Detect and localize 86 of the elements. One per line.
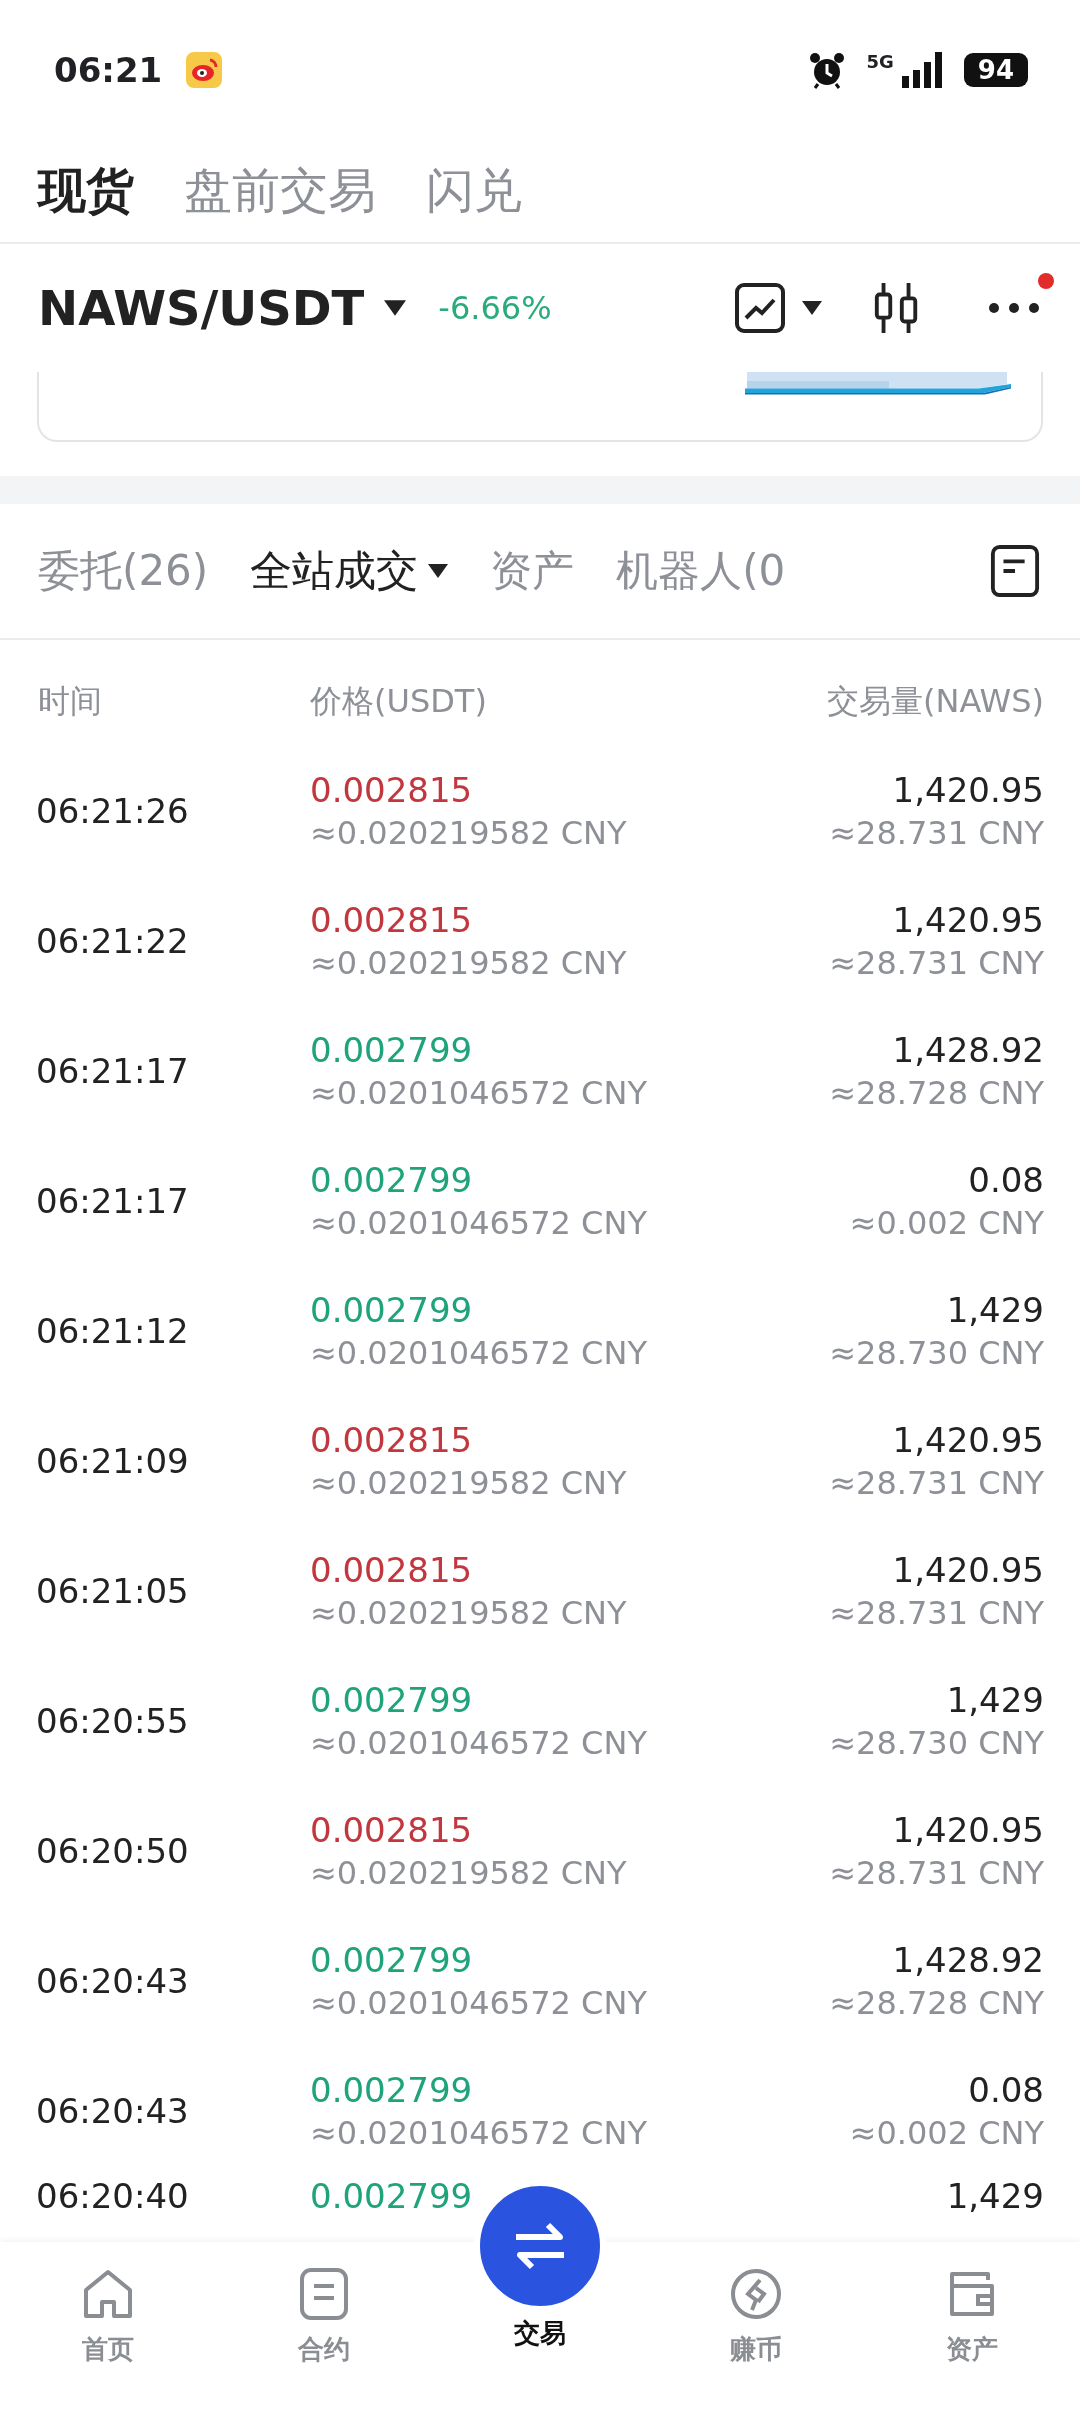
network-label: 5G xyxy=(866,50,894,72)
nav-item[interactable]: 赚币 xyxy=(648,2242,864,2412)
price-cny: ≈0.020219582 CNY xyxy=(310,1854,628,1892)
price-cny: ≈0.0201046572 CNY xyxy=(310,1204,648,1242)
price-cny: ≈0.0201046572 CNY xyxy=(310,2114,648,2152)
trade-price: 0.002799 xyxy=(310,1290,474,1330)
trade-time: 06:20:55 xyxy=(36,1701,190,1741)
price-cny: ≈0.020219582 CNY xyxy=(310,944,628,982)
trade-price: 0.002799 xyxy=(310,1680,474,1720)
trade-amount: 1,420.95 xyxy=(892,770,1044,810)
trade-price: 0.002815 xyxy=(310,900,474,940)
trade-price: 0.002799 xyxy=(310,2070,474,2110)
trade-price: 0.002815 xyxy=(310,770,474,810)
trade-amount: 1,428.92 xyxy=(892,1030,1044,1070)
trade-price: 0.002815 xyxy=(310,1420,474,1460)
trade-tab[interactable]: 资产 xyxy=(490,543,575,599)
column-header: 价格(USDT) xyxy=(310,681,488,722)
price-cny: ≈0.0201046572 CNY xyxy=(310,1074,648,1112)
caret-icon[interactable] xyxy=(384,300,407,316)
weibo-icon xyxy=(186,52,223,88)
trade-amount: 1,420.95 xyxy=(892,1810,1044,1850)
status-time: 06:21 xyxy=(54,50,163,90)
trade-price: 0.002815 xyxy=(310,1550,474,1590)
trade-price: 0.002799 xyxy=(310,2176,474,2216)
amount-cny: ≈0.002 CNY xyxy=(849,2114,1044,2152)
price-cny: ≈0.020219582 CNY xyxy=(310,1464,628,1502)
amount-cny: ≈28.731 CNY xyxy=(829,1464,1044,1502)
pair-symbol[interactable]: NAWS/USDT xyxy=(38,280,365,336)
document-icon[interactable] xyxy=(990,544,1040,598)
trade-time: 06:21:22 xyxy=(36,921,190,961)
trade-time: 06:21:05 xyxy=(36,1571,190,1611)
amount-cny: ≈28.730 CNY xyxy=(829,1334,1044,1372)
amount-cny: ≈28.731 CNY xyxy=(829,814,1044,852)
trade-amount: 0.08 xyxy=(968,1160,1044,1200)
battery-level: 94 xyxy=(963,53,1028,87)
column-header: 交易量(NAWS) xyxy=(827,681,1044,722)
price-cny: ≈0.0201046572 CNY xyxy=(310,1984,648,2022)
trade-amount: 1,420.95 xyxy=(892,900,1044,940)
nav-item[interactable]: 合约 xyxy=(216,2242,432,2412)
trade-time: 06:21:26 xyxy=(36,791,190,831)
trade-price: 0.002799 xyxy=(310,1940,474,1980)
trade-time: 06:20:50 xyxy=(36,1831,190,1871)
price-cny: ≈0.0201046572 CNY xyxy=(310,1724,648,1762)
trade-tab[interactable]: 机器人(0 xyxy=(616,543,786,599)
chart-icon[interactable] xyxy=(734,282,786,334)
amount-cny: ≈28.731 CNY xyxy=(829,1594,1044,1632)
caret-icon[interactable] xyxy=(428,564,449,578)
trade-amount: 1,428.92 xyxy=(892,1940,1044,1980)
amount-cny: ≈28.730 CNY xyxy=(829,1724,1044,1762)
trade-amount: 1,429 xyxy=(946,2176,1044,2216)
column-header: 时间 xyxy=(38,681,103,722)
trade-amount: 1,420.95 xyxy=(892,1420,1044,1460)
trade-time: 06:20:43 xyxy=(36,1961,190,2001)
price-cny: ≈0.0201046572 CNY xyxy=(310,1334,648,1372)
market-tab[interactable]: 现货 xyxy=(38,159,134,223)
trade-amount: 1,429 xyxy=(946,1680,1044,1720)
trade-time: 06:20:40 xyxy=(36,2176,190,2216)
trade-time: 06:20:43 xyxy=(36,2091,190,2131)
amount-cny: ≈28.728 CNY xyxy=(829,1074,1044,1112)
nav-item[interactable]: 首页 xyxy=(0,2242,216,2412)
more-icon[interactable] xyxy=(988,301,1040,314)
trade-time: 06:21:09 xyxy=(36,1441,190,1481)
coin-icon xyxy=(728,2266,784,2322)
market-tab[interactable]: 盘前交易 xyxy=(184,159,376,223)
nav-item[interactable]: 资产 xyxy=(864,2242,1080,2412)
trade-time: 06:21:17 xyxy=(36,1181,190,1221)
trade-time: 06:21:12 xyxy=(36,1311,190,1351)
amount-cny: ≈28.731 CNY xyxy=(829,1854,1044,1892)
amount-cny: ≈0.002 CNY xyxy=(849,1204,1044,1242)
price-change: -6.66% xyxy=(438,289,552,327)
trade-price: 0.002815 xyxy=(310,1810,474,1850)
market-tab[interactable]: 闪兑 xyxy=(426,159,522,223)
trade-amount: 1,429 xyxy=(946,1290,1044,1330)
trade-amount: 1,420.95 xyxy=(892,1550,1044,1590)
trade-tab[interactable]: 委托(26) xyxy=(38,543,209,599)
amount-cny: ≈28.731 CNY xyxy=(829,944,1044,982)
signal-icon xyxy=(899,50,944,90)
price-cny: ≈0.020219582 CNY xyxy=(310,1594,628,1632)
amount-cny: ≈28.728 CNY xyxy=(829,1984,1044,2022)
trade-amount: 0.08 xyxy=(968,2070,1044,2110)
price-cny: ≈0.020219582 CNY xyxy=(310,814,628,852)
trade-time: 06:21:17 xyxy=(36,1051,190,1091)
trade-tab[interactable]: 全站成交 xyxy=(250,543,449,599)
trade-price: 0.002799 xyxy=(310,1160,474,1200)
trade-price: 0.002799 xyxy=(310,1030,474,1070)
caret-icon[interactable] xyxy=(802,301,822,315)
